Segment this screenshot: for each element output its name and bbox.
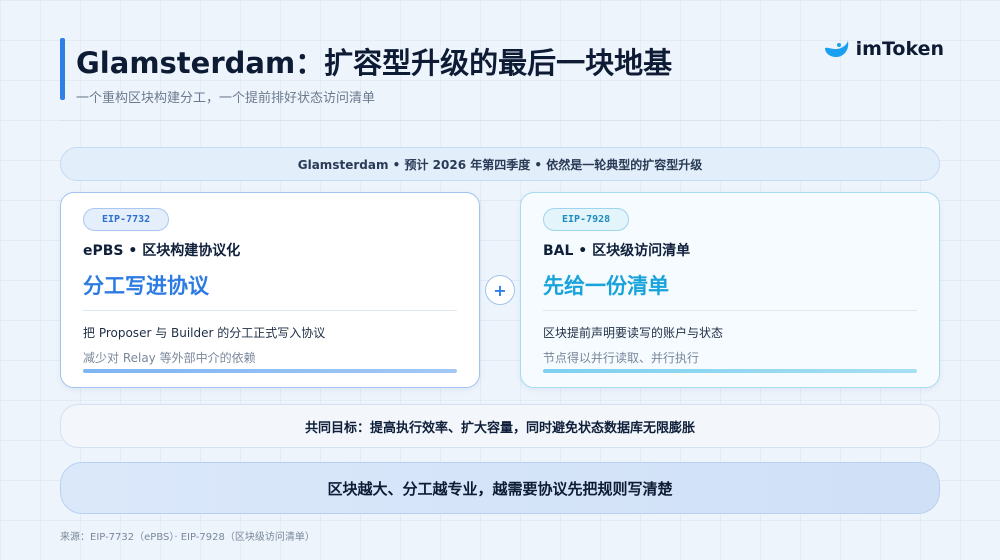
header-divider xyxy=(60,120,940,121)
eip-badge: EIP-7732 xyxy=(83,208,170,231)
top-banner: Glamsterdam • 预计 2026 年第四季度 • 依然是一轮典型的扩容… xyxy=(60,147,940,181)
imtoken-logo-icon xyxy=(824,41,848,58)
card-subtitle: BAL • 区块级访问清单 xyxy=(543,243,691,259)
page-subtitle: 一个重构区块构建分工，一个提前排好状态访问清单 xyxy=(76,91,376,106)
card-description: 把 Proposer 与 Builder 的分工正式写入协议 xyxy=(83,326,326,340)
card-description: 区块提前声明要读写的账户与状态 xyxy=(543,326,724,340)
brand-logo: imToken xyxy=(824,38,944,60)
conclusion-banner: 区块越大、分工越专业，越需要协议先把规则写清楚 xyxy=(60,462,940,514)
card-divider xyxy=(543,310,917,311)
card-accent-bar xyxy=(83,369,457,373)
page-title: Glamsterdam：扩容型升级的最后一块地基 xyxy=(76,46,673,80)
source-footnote: 来源：EIP-7732（ePBS）· EIP-7928（区块级访问清单） xyxy=(60,532,315,543)
plus-icon: + xyxy=(485,275,515,305)
shared-goal-banner: 共同目标：提高执行效率、扩大容量，同时避免状态数据库无限膨胀 xyxy=(60,404,940,448)
card-note: 减少对 Relay 等外部中介的依赖 xyxy=(83,351,256,365)
card-epbs: EIP-7732 ePBS • 区块构建协议化 分工写进协议 把 Propose… xyxy=(60,192,480,388)
eip-badge: EIP-7928 xyxy=(543,208,630,231)
card-bal: EIP-7928 BAL • 区块级访问清单 先给一份清单 区块提前声明要读写的… xyxy=(520,192,940,388)
title-accent-bar xyxy=(60,38,65,100)
card-headline: 分工写进协议 xyxy=(83,274,209,298)
logo-text: imToken xyxy=(855,38,944,60)
card-divider xyxy=(83,310,457,311)
card-subtitle: ePBS • 区块构建协议化 xyxy=(83,243,241,259)
card-note: 节点得以并行读取、并行执行 xyxy=(543,351,700,365)
card-headline: 先给一份清单 xyxy=(543,274,669,298)
card-accent-bar xyxy=(543,369,917,373)
